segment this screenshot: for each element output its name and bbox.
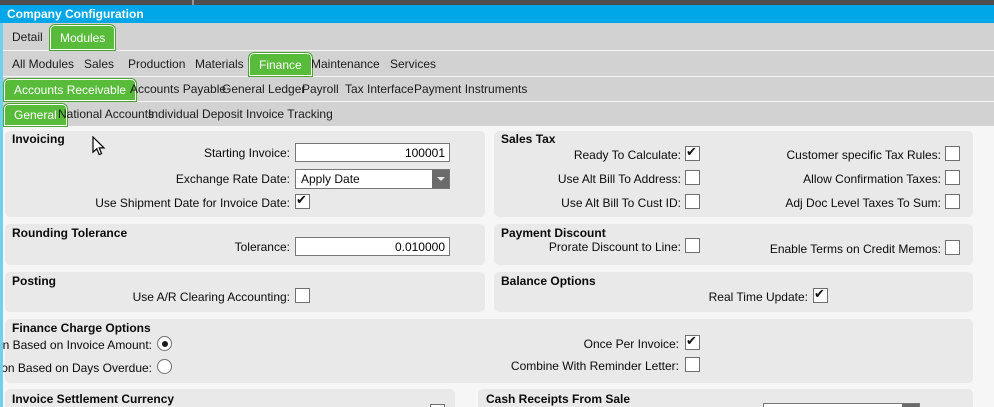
section-title-finance-charge-options: Finance Charge Options	[12, 321, 151, 335]
allow-confirmation-taxes-label: Allow Confirmation Taxes:	[803, 172, 941, 186]
window-titlebar: Company Configuration	[0, 5, 994, 23]
tabrow-accounts-receivable: General National Accounts Individual Dep…	[0, 102, 994, 126]
tabrow-finance: Accounts Receivable Accounts Payable Gen…	[0, 77, 994, 101]
tab-individual-deposit-invoice-tracking[interactable]: Individual Deposit Invoice Tracking	[146, 102, 335, 126]
combine-with-reminder-letter-checkbox[interactable]	[685, 357, 700, 372]
enable-terms-on-credit-memos-label: Enable Terms on Credit Memos:	[769, 242, 941, 256]
section-title-cash-receipts-from-sale: Cash Receipts From Sale	[486, 392, 631, 406]
tab-tax-interface[interactable]: Tax Interface	[343, 77, 416, 101]
cash-receipts-partial-select[interactable]	[763, 403, 920, 407]
use-ar-clearing-accounting-label: Use A/R Clearing Accounting:	[132, 290, 290, 304]
exchange-rate-date-label: Exchange Rate Date:	[175, 172, 290, 186]
tab-national-accounts[interactable]: National Accounts	[56, 102, 156, 126]
section-title-invoice-settlement-currency: Invoice Settlement Currency	[12, 392, 175, 406]
section-title-invoicing: Invoicing	[12, 132, 65, 146]
tab-accounts-receivable[interactable]: Accounts Receivable	[4, 79, 137, 101]
tolerance-input[interactable]	[295, 237, 450, 256]
combine-with-reminder-letter-label: Combine With Reminder Letter:	[510, 359, 679, 373]
tab-sales[interactable]: Sales	[82, 51, 116, 76]
use-alt-bill-to-cust-id-checkbox[interactable]	[685, 194, 700, 209]
use-alt-bill-to-address-checkbox[interactable]	[685, 170, 700, 185]
tab-finance[interactable]: Finance	[249, 53, 312, 76]
prorate-discount-to-line-label: Prorate Discount to Line:	[548, 240, 681, 254]
tab-general-ledger[interactable]: General Ledger	[220, 77, 307, 101]
once-per-invoice-label: Once Per Invoice:	[583, 337, 679, 351]
use-shipment-date-checkbox[interactable]	[295, 192, 310, 209]
tab-payment-instruments[interactable]: Payment Instruments	[412, 77, 529, 101]
calc-invoice-amount-label: Calculation Based on Invoice Amount:	[0, 338, 152, 352]
section-title-rounding-tolerance: Rounding Tolerance	[12, 226, 128, 240]
section-title-payment-discount: Payment Discount	[501, 226, 606, 240]
tab-accounts-payable[interactable]: Accounts Payable	[128, 77, 228, 101]
tab-materials[interactable]: Materials	[193, 51, 246, 76]
calc-invoice-amount-radio[interactable]	[157, 336, 172, 351]
real-time-update-label: Real Time Update:	[708, 290, 808, 304]
mouse-cursor-icon	[92, 136, 106, 156]
window-left-border	[0, 23, 3, 407]
tab-maintenance[interactable]: Maintenance	[309, 51, 382, 76]
tab-detail[interactable]: Detail	[10, 23, 45, 50]
section-title-posting: Posting	[12, 274, 56, 288]
section-title-sales-tax: Sales Tax	[501, 132, 556, 146]
calc-days-overdue-label: Calculation Based on Days Overdue:	[0, 361, 152, 375]
starting-invoice-input[interactable]	[295, 143, 450, 162]
window-title: Company Configuration	[7, 7, 144, 21]
real-time-update-checkbox[interactable]	[813, 286, 828, 303]
ready-to-calculate-label: Ready To Calculate:	[573, 148, 681, 162]
tab-payroll[interactable]: Payroll	[300, 77, 341, 101]
adj-doc-level-taxes-label: Adj Doc Level Taxes To Sum:	[785, 196, 941, 210]
tabrow-main: Detail Modules	[0, 23, 994, 50]
allow-confirmation-taxes-checkbox[interactable]	[945, 170, 960, 185]
use-shipment-date-label: Use Shipment Date for Invoice Date:	[95, 196, 290, 210]
tab-production[interactable]: Production	[126, 51, 187, 76]
use-ar-clearing-accounting-checkbox[interactable]	[295, 288, 310, 303]
enable-terms-on-credit-memos-checkbox[interactable]	[945, 240, 960, 255]
starting-invoice-label: Starting Invoice:	[203, 146, 290, 160]
use-alt-bill-to-cust-id-label: Use Alt Bill To Cust ID:	[561, 196, 681, 210]
customer-specific-tax-rules-checkbox[interactable]	[945, 146, 960, 161]
once-per-invoice-checkbox[interactable]	[685, 333, 700, 350]
company-configuration-window: Company Configuration Detail Modules All…	[0, 0, 994, 407]
section-title-balance-options: Balance Options	[501, 274, 596, 288]
tolerance-label: Tolerance:	[234, 240, 290, 254]
adj-doc-level-taxes-checkbox[interactable]	[945, 194, 960, 209]
prorate-discount-to-line-checkbox[interactable]	[685, 238, 700, 253]
tab-services[interactable]: Services	[388, 51, 438, 76]
exchange-rate-date-select[interactable]: Apply Date	[295, 169, 450, 189]
exchange-rate-date-value: Apply Date	[301, 172, 360, 186]
calc-days-overdue-radio[interactable]	[157, 359, 172, 374]
use-alt-bill-to-address-label: Use Alt Bill To Address:	[557, 172, 681, 186]
chevron-down-icon[interactable]	[431, 170, 449, 188]
tab-all-modules[interactable]: All Modules	[10, 51, 76, 76]
tabrow-modules: All Modules Sales Production Materials F…	[0, 51, 994, 76]
ready-to-calculate-checkbox[interactable]	[685, 144, 700, 161]
customer-specific-tax-rules-label: Customer specific Tax Rules:	[786, 148, 942, 162]
tab-modules[interactable]: Modules	[50, 25, 116, 50]
